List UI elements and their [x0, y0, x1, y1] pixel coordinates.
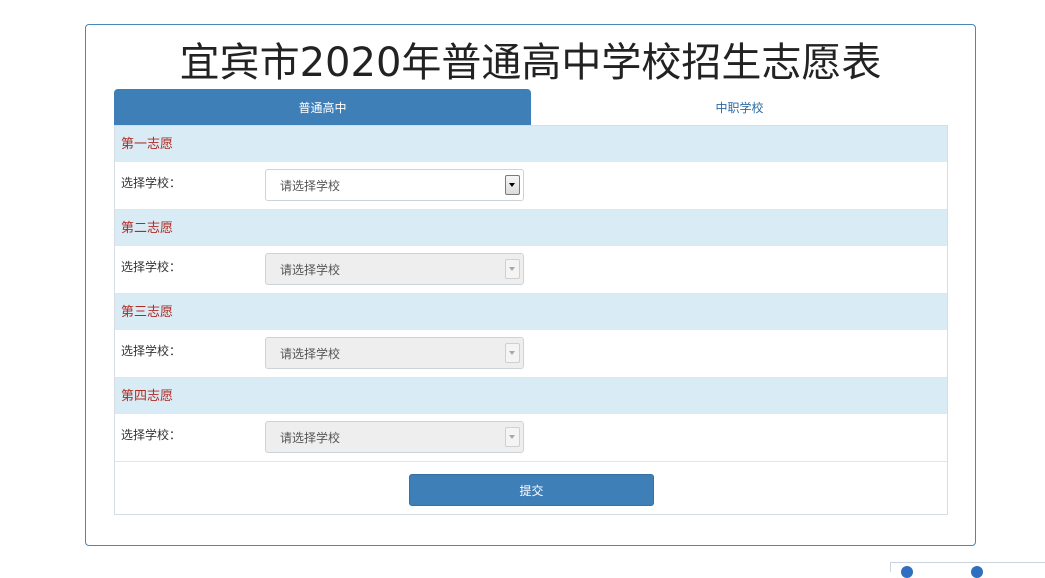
- widget-circle-icon: [901, 566, 913, 578]
- chevron-down-icon: [505, 259, 520, 279]
- choice-3-label: 选择学校：: [121, 344, 182, 358]
- choice-3-row: 选择学校： 请选择学校: [115, 330, 947, 378]
- choice-1-select-value: 请选择学校: [280, 179, 341, 193]
- floating-corner-widget[interactable]: [890, 562, 1045, 578]
- tab-general-high-school[interactable]: 普通高中: [114, 89, 531, 125]
- choice-2-row: 选择学校： 请选择学校: [115, 246, 947, 294]
- chevron-down-icon[interactable]: [505, 175, 520, 195]
- choice-3-heading: 第三志愿: [115, 294, 947, 330]
- chevron-down-icon: [505, 427, 520, 447]
- choice-2-label: 选择学校：: [121, 260, 182, 274]
- choice-1-label: 选择学校：: [121, 176, 182, 190]
- choice-4-heading: 第四志愿: [115, 378, 947, 414]
- choice-4-row: 选择学校： 请选择学校: [115, 414, 947, 462]
- choice-4-school-select[interactable]: 请选择学校: [265, 421, 524, 453]
- choices-table: 第一志愿 选择学校： 请选择学校 第二志愿 选择学校： 请选择学校 第三志愿 选…: [114, 125, 948, 515]
- choice-4-label: 选择学校：: [121, 428, 182, 442]
- choice-2-select-value: 请选择学校: [280, 263, 341, 277]
- widget-circle-icon: [971, 566, 983, 578]
- submit-button[interactable]: 提交: [409, 474, 654, 506]
- choice-1-heading: 第一志愿: [115, 126, 947, 162]
- chevron-down-icon: [505, 343, 520, 363]
- choice-2-school-select[interactable]: 请选择学校: [265, 253, 524, 285]
- submit-row: 提交: [115, 466, 947, 514]
- tab-vocational-school[interactable]: 中职学校: [531, 89, 948, 125]
- application-form-panel: 宜宾市2020年普通高中学校招生志愿表 普通高中 中职学校 第一志愿 选择学校：…: [85, 24, 976, 546]
- choice-3-school-select[interactable]: 请选择学校: [265, 337, 524, 369]
- choice-4-select-value: 请选择学校: [280, 431, 341, 445]
- tab-bar: 普通高中 中职学校: [114, 89, 948, 125]
- page-title: 宜宾市2020年普通高中学校招生志愿表: [179, 40, 882, 86]
- choice-1-school-select[interactable]: 请选择学校: [265, 169, 524, 201]
- choice-1-row: 选择学校： 请选择学校: [115, 162, 947, 210]
- choice-3-select-value: 请选择学校: [280, 347, 341, 361]
- choice-2-heading: 第二志愿: [115, 210, 947, 246]
